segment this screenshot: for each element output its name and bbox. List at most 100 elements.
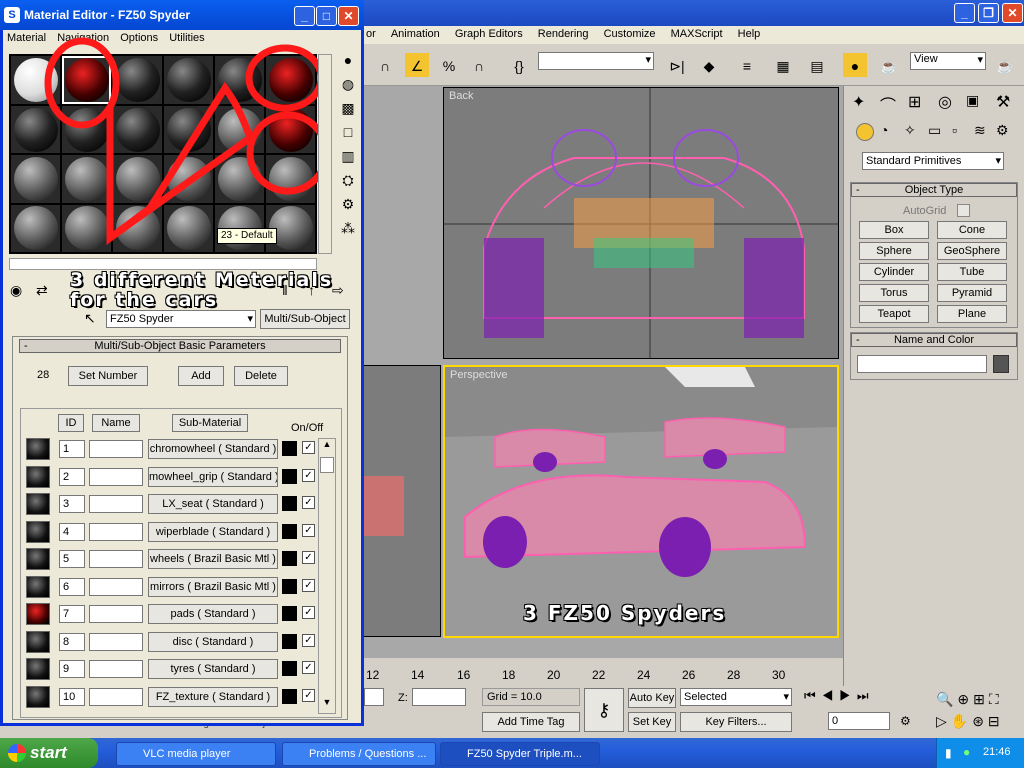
set-key-button[interactable]: Set Key: [628, 712, 676, 732]
create-tab-icon[interactable]: ✦: [852, 92, 865, 112]
systems-icon[interactable]: ⚙: [996, 122, 1009, 139]
plane-button[interactable]: Plane: [937, 305, 1007, 323]
add-time-tag-button[interactable]: Add Time Tag: [482, 712, 580, 732]
viewport-nav-icons[interactable]: 🔍⊕⊞⛶ ▷✋⊛⊟: [936, 688, 1022, 732]
submaterial-button[interactable]: mowheel_grip ( Standard ): [148, 466, 278, 487]
submaterial-button[interactable]: disc ( Standard ): [148, 631, 278, 652]
submaterial-button[interactable]: mirrors ( Brazil Basic Mtl ): [148, 576, 278, 597]
submaterial-color-swatch[interactable]: [282, 578, 297, 594]
submaterial-color-swatch[interactable]: [282, 523, 297, 539]
restore-button[interactable]: ❐: [978, 3, 999, 23]
modify-tab-icon[interactable]: ⌒: [880, 92, 896, 116]
object-name-field[interactable]: [857, 355, 987, 373]
task-vlc[interactable]: VLC media player: [116, 742, 276, 766]
tray-user-icon[interactable]: ●: [963, 745, 970, 759]
put-to-scene-icon[interactable]: ⇄: [36, 282, 48, 299]
me-close-button[interactable]: ✕: [338, 6, 359, 26]
utilities-tab-icon[interactable]: ⚒: [996, 92, 1010, 112]
set-number-button[interactable]: Set Number: [68, 366, 148, 386]
angle-snap-icon[interactable]: ∠: [404, 52, 430, 78]
submaterial-onoff-checkbox[interactable]: ✓: [302, 523, 315, 537]
uv-tiling-icon[interactable]: □: [336, 124, 360, 148]
submaterial-id-field[interactable]: 6: [59, 577, 85, 596]
geometry-icon[interactable]: [856, 123, 874, 141]
add-button[interactable]: Add: [178, 366, 224, 386]
submaterial-preview[interactable]: [26, 575, 50, 598]
scroll-thumb[interactable]: [320, 457, 334, 473]
z-coordinate-field[interactable]: [412, 688, 466, 706]
torus-button[interactable]: Torus: [859, 284, 929, 302]
submaterial-name-field[interactable]: [89, 467, 143, 486]
render-scene-icon[interactable]: ☕: [876, 52, 902, 78]
cameras-icon[interactable]: ▭: [928, 122, 941, 139]
minimize-button[interactable]: _: [954, 3, 975, 23]
close-button[interactable]: ✕: [1002, 3, 1023, 23]
perspective-viewport[interactable]: Perspective 3 FZ50 Spyders: [443, 365, 839, 638]
submaterial-onoff-checkbox[interactable]: ✓: [302, 441, 315, 454]
time-config-icon[interactable]: ⚙: [900, 714, 911, 728]
submaterial-id-field[interactable]: 8: [59, 632, 85, 651]
sphere-button[interactable]: Sphere: [859, 242, 929, 260]
menu-animation[interactable]: Animation: [385, 26, 446, 40]
submaterial-preview[interactable]: [26, 438, 50, 460]
named-selection-dropdown[interactable]: ▾: [538, 52, 654, 70]
render-view-dropdown[interactable]: View ▾: [910, 52, 986, 70]
backlight-icon[interactable]: ◍: [336, 76, 360, 100]
video-check-icon[interactable]: ▥: [336, 148, 360, 172]
shapes-icon[interactable]: ◔: [880, 122, 888, 138]
percent-snap-icon[interactable]: %: [436, 52, 462, 78]
submaterial-button[interactable]: pads ( Standard ): [148, 604, 278, 624]
auto-key-button[interactable]: Auto Key: [628, 688, 676, 708]
submaterial-preview[interactable]: [26, 493, 50, 515]
sort-id-button[interactable]: ID: [58, 414, 84, 432]
submaterial-button[interactable]: tyres ( Standard ): [148, 659, 278, 679]
submaterial-id-field[interactable]: 3: [59, 495, 85, 513]
submaterial-color-swatch[interactable]: [282, 606, 297, 621]
make-preview-icon[interactable]: ⛭: [336, 172, 360, 196]
category-dropdown[interactable]: Standard Primitives ▾: [862, 152, 1004, 170]
cone-button[interactable]: Cone: [937, 221, 1007, 239]
curve-editor-icon[interactable]: ▦: [770, 52, 796, 78]
get-material-icon[interactable]: ◉: [10, 282, 22, 299]
left-viewport[interactable]: [363, 365, 441, 637]
submaterial-onoff-checkbox[interactable]: ✓: [302, 578, 315, 592]
object-color-swatch[interactable]: [993, 355, 1009, 373]
submaterial-id-field[interactable]: 1: [59, 440, 85, 458]
submaterial-color-swatch[interactable]: [282, 661, 297, 676]
menu-maxscript[interactable]: MAXScript: [665, 26, 729, 40]
object-type-header[interactable]: - Object Type: [851, 183, 1017, 197]
sample-type-icon[interactable]: ●: [336, 52, 360, 76]
submaterial-name-field[interactable]: [89, 550, 143, 568]
layers-icon[interactable]: ≡: [734, 52, 760, 78]
tube-button[interactable]: Tube: [937, 263, 1007, 281]
submaterial-onoff-checkbox[interactable]: ✓: [302, 468, 315, 482]
submaterial-name-field[interactable]: [89, 495, 143, 513]
submaterial-onoff-checkbox[interactable]: ✓: [302, 688, 315, 702]
menu-customize[interactable]: Customize: [598, 26, 662, 40]
submaterial-onoff-checkbox[interactable]: ✓: [302, 606, 315, 619]
submaterial-preview[interactable]: [26, 465, 50, 488]
submaterial-name-field[interactable]: [89, 577, 143, 596]
name-color-header[interactable]: - Name and Color: [851, 333, 1017, 347]
named-selection-icon[interactable]: {}: [506, 52, 532, 78]
quick-render-icon[interactable]: ☕: [992, 52, 1018, 78]
submaterial-id-field[interactable]: 5: [59, 550, 85, 568]
align-icon[interactable]: ◆: [696, 52, 722, 78]
submaterial-id-field[interactable]: 9: [59, 660, 85, 678]
me-maximize-button[interactable]: □: [316, 6, 337, 26]
schematic-icon[interactable]: ▤: [804, 52, 830, 78]
pick-material-icon[interactable]: ↖: [84, 310, 96, 327]
tray-volume-icon[interactable]: ▮: [945, 746, 952, 760]
submaterial-button[interactable]: wheels ( Brazil Basic Mtl ): [148, 549, 278, 569]
me-minimize-button[interactable]: _: [294, 6, 315, 26]
key-filters-button[interactable]: Key Filters...: [680, 712, 792, 732]
submaterial-onoff-checkbox[interactable]: ✓: [302, 496, 315, 509]
delete-button[interactable]: Delete: [234, 366, 288, 386]
options-icon[interactable]: ⚙: [336, 196, 360, 220]
submaterial-name-field[interactable]: [89, 440, 143, 458]
helpers-icon[interactable]: ▫: [952, 122, 957, 138]
submaterials-scrollbar[interactable]: ▲ ▼: [318, 438, 336, 714]
task-3dsmax[interactable]: FZ50 Spyder Triple.m...: [440, 742, 600, 766]
menu-help[interactable]: Help: [732, 26, 767, 40]
submaterial-onoff-checkbox[interactable]: ✓: [302, 551, 315, 564]
